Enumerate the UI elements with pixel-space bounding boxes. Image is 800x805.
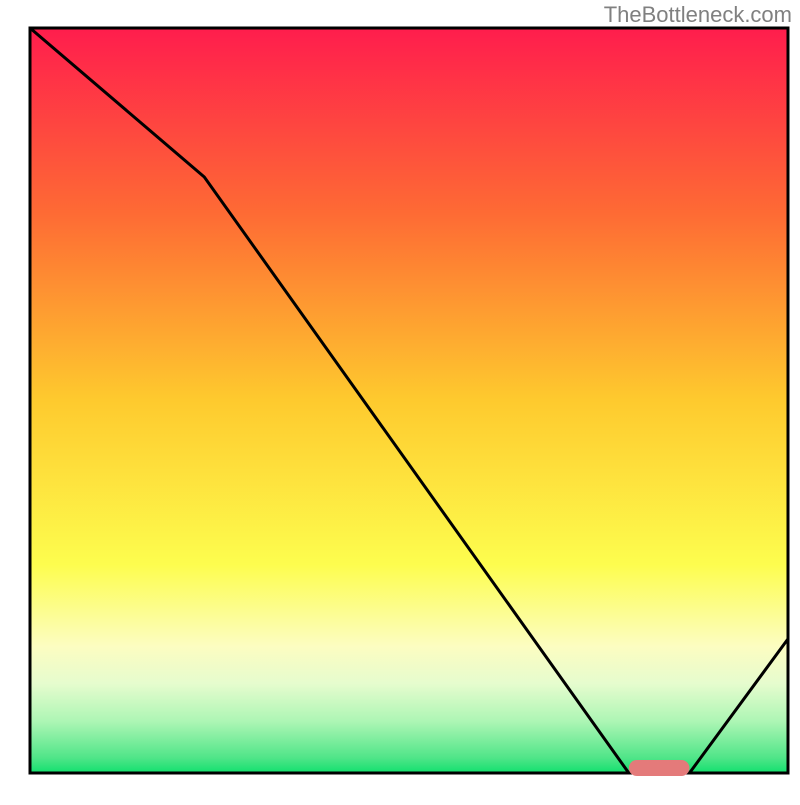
plot-area [30,28,788,773]
bottleneck-chart: TheBottleneck.com [0,0,800,800]
gradient-background [30,28,788,773]
chart-svg [0,0,800,800]
watermark-text: TheBottleneck.com [604,2,792,28]
optimal-marker [629,760,690,776]
